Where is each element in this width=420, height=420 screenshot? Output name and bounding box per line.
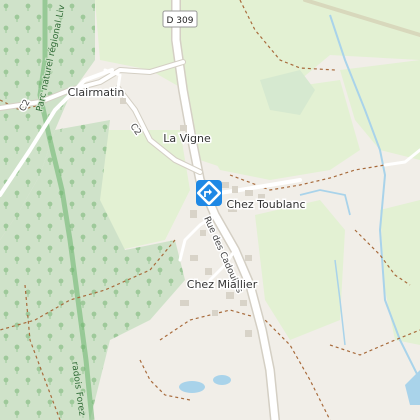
place-label-clairmatin[interactable]: Clairmatin	[66, 85, 126, 101]
pond-east	[213, 375, 231, 385]
place-label-chez-toublanc[interactable]: Chez Toublanc	[225, 197, 307, 213]
map-view[interactable]: D 309 C2 C2 Rue des Cadoulles Parc natur…	[0, 0, 420, 420]
map-canvas[interactable]: D 309 C2 C2 Rue des Cadoulles Parc natur…	[0, 0, 420, 420]
place-label-chez-miallier[interactable]: Chez Miallier	[185, 277, 259, 293]
road-shield-d309-text: D 309	[167, 16, 194, 26]
road-shield-d309: D 309	[162, 10, 198, 28]
directions-marker-icon[interactable]	[196, 180, 222, 206]
pond-west	[179, 381, 205, 393]
place-label-la-vigne[interactable]: La Vigne	[162, 131, 213, 147]
